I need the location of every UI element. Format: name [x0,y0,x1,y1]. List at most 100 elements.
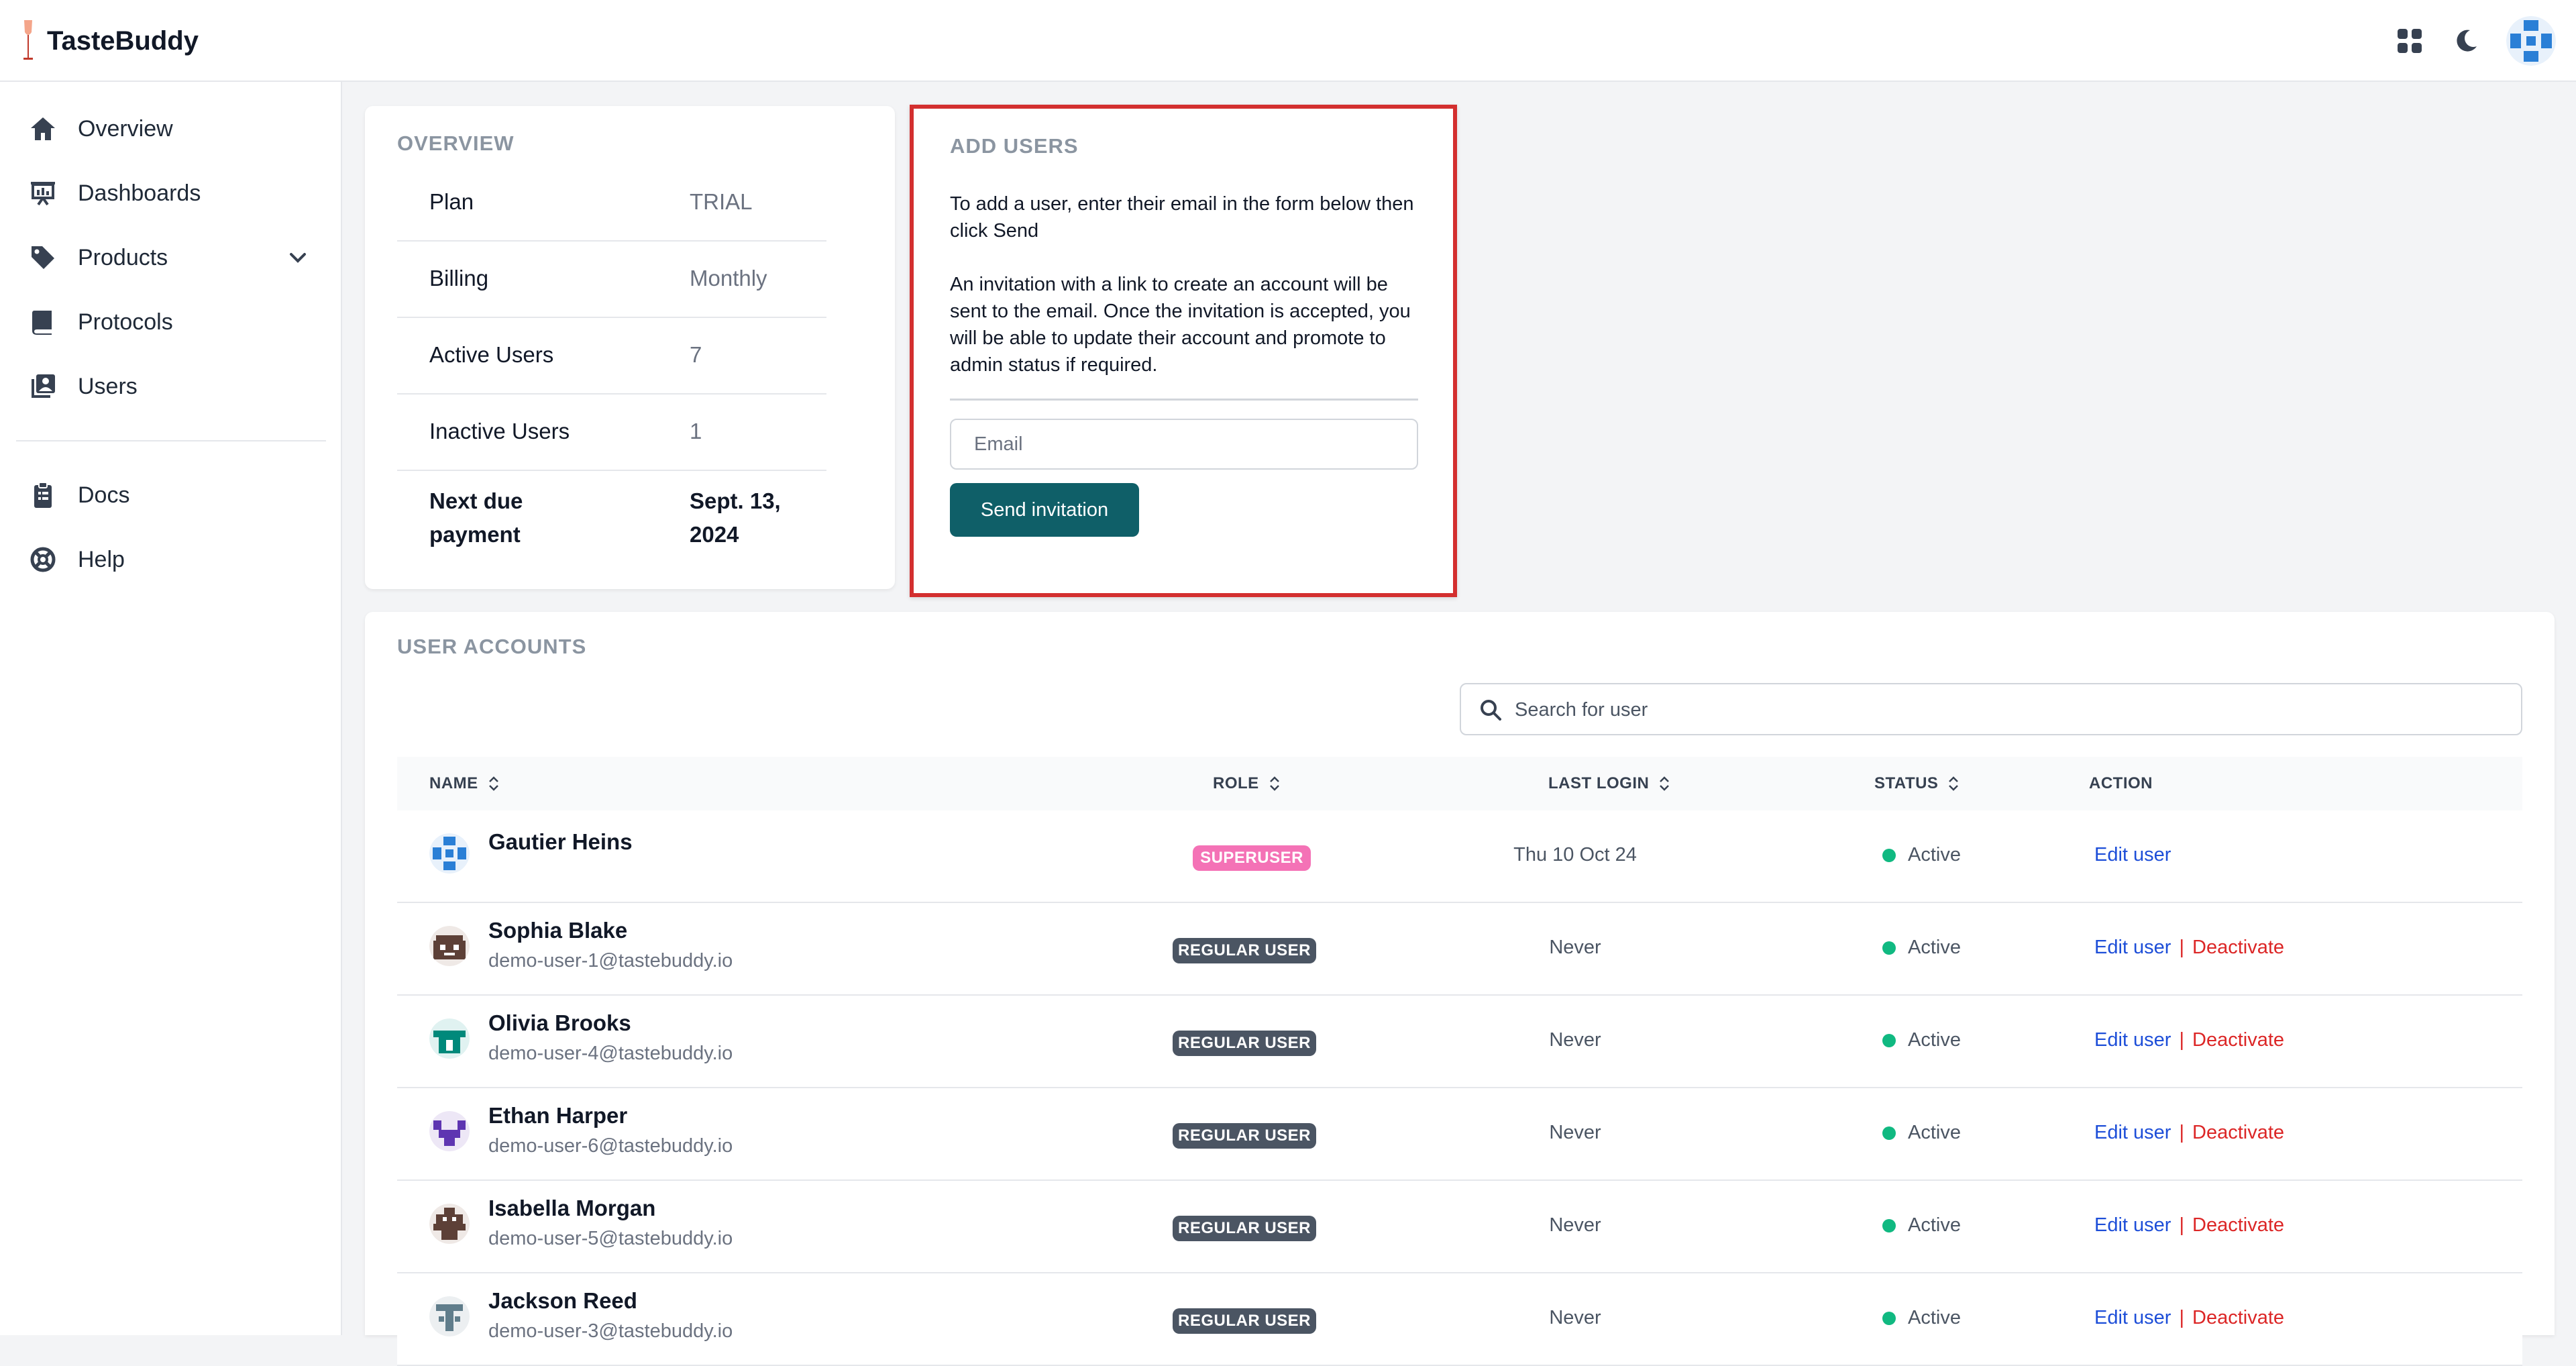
sidebar-item-users[interactable]: Users [16,360,326,413]
user-name: Gautier Heins [488,829,633,854]
user-name: Isabella Morgan [488,1196,656,1220]
table-row: Sophia Blake demo-user-1@tastebuddy.io R… [397,903,2522,996]
search-box[interactable] [1460,683,2522,735]
avatar [429,1111,470,1151]
user-email: demo-user-6@tastebuddy.io [488,1135,733,1157]
user-avatar[interactable] [2506,16,2556,66]
brand[interactable]: TasteBuddy [20,19,199,63]
edit-user-link[interactable]: Edit user [2094,1307,2171,1328]
row-actions: Edit user | Deactivate [2094,1307,2285,1328]
user-name: Olivia Brooks [488,1010,631,1035]
status-dot [1882,1033,1896,1047]
sort-icon[interactable] [1946,775,1961,792]
deactivate-link[interactable]: Deactivate [2192,1214,2284,1236]
lifebuoy-icon [27,543,59,576]
column-header-last-login[interactable]: LAST LOGIN [1548,757,1672,810]
row-actions: Edit user | Deactivate [2094,1029,2285,1051]
deactivate-link[interactable]: Deactivate [2192,1029,2284,1051]
edit-user-link[interactable]: Edit user [2094,937,2171,958]
sidebar-item-dashboards[interactable]: Dashboards [16,166,326,220]
column-header-status[interactable]: STATUS [1874,757,1961,810]
user-email: demo-user-5@tastebuddy.io [488,1228,733,1249]
book-icon [27,306,59,338]
chevron-down-icon[interactable] [286,246,310,270]
home-icon [27,113,59,145]
search-icon [1481,700,1501,721]
status-indicator: Active [1882,844,1961,866]
sidebar-item-docs[interactable]: Docs [16,468,326,522]
grid-icon[interactable] [2394,25,2426,57]
overview-title: OVERVIEW [397,132,515,155]
sidebar: Overview Dashboards Products Protocols U… [0,82,342,1335]
sidebar-item-label: Overview [78,115,173,142]
users-icon [27,370,59,403]
send-invitation-button[interactable]: Send invitation [950,483,1139,537]
sidebar-item-label: Dashboards [78,180,201,206]
top-bar: TasteBuddy [0,0,2576,82]
sort-icon[interactable] [1267,775,1282,792]
edit-user-link[interactable]: Edit user [2094,1122,2171,1143]
wine-glass-icon [23,20,33,60]
deactivate-link[interactable]: Deactivate [2192,1307,2284,1328]
sidebar-item-overview[interactable]: Overview [16,102,326,156]
table-row: Olivia Brooks demo-user-4@tastebuddy.io … [397,996,2522,1088]
status-dot [1882,941,1896,955]
column-header-role[interactable]: ROLE [1213,757,1282,810]
status-dot [1882,848,1896,862]
overview-card: OVERVIEW Plan TRIAL Billing Monthly Acti… [365,106,895,589]
deactivate-link[interactable]: Deactivate [2192,1122,2284,1143]
sidebar-divider [16,440,326,441]
presentation-icon [27,177,59,209]
avatar [429,1018,470,1059]
status-indicator: Active [1882,937,1961,959]
row-actions: Edit user [2094,844,2171,866]
last-login: Never [1549,937,1601,958]
deactivate-link[interactable]: Deactivate [2192,937,2284,958]
status-indicator: Active [1882,1122,1961,1144]
sidebar-item-label: Protocols [78,309,173,335]
overview-row-plan: Plan TRIAL [397,165,826,242]
table-row: Isabella Morgan demo-user-5@tastebuddy.i… [397,1181,2522,1273]
add-users-card: ADD USERS To add a user, enter their ema… [910,105,1457,597]
app-name: TasteBuddy [47,25,199,56]
edit-user-link[interactable]: Edit user [2094,844,2171,865]
last-login: Thu 10 Oct 24 [1513,844,1637,865]
sort-icon[interactable] [1657,775,1672,792]
overview-row-next-due: Next due payment Sept. 13, 2024 [429,488,781,547]
last-login: Never [1549,1307,1601,1328]
user-name: Ethan Harper [488,1103,628,1128]
user-name: Sophia Blake [488,918,628,943]
status-indicator: Active [1882,1214,1961,1237]
add-users-intro: To add a user, enter their email in the … [950,193,1414,242]
last-login: Never [1549,1029,1601,1051]
add-users-detail: An invitation with a link to create an a… [950,274,1411,376]
add-users-title: ADD USERS [950,134,1079,158]
edit-user-link[interactable]: Edit user [2094,1029,2171,1051]
status-dot [1882,1218,1896,1232]
table-row: Gautier Heins SUPERUSER Thu 10 Oct 24 Ac… [397,810,2522,903]
role-badge: REGULAR USER [1173,1123,1316,1149]
overview-row-inactive-users: Inactive Users 1 [397,395,826,471]
email-field[interactable] [950,419,1418,470]
sidebar-item-label: Users [78,373,138,399]
row-actions: Edit user | Deactivate [2094,1122,2285,1143]
column-header-name[interactable]: NAME [429,757,501,810]
row-actions: Edit user | Deactivate [2094,1214,2285,1236]
sidebar-item-help[interactable]: Help [16,533,326,586]
overview-row-billing: Billing Monthly [397,242,826,318]
status-indicator: Active [1882,1307,1961,1329]
role-badge: SUPERUSER [1193,845,1311,871]
status-dot [1882,1126,1896,1140]
last-login: Never [1549,1214,1601,1236]
sidebar-item-products[interactable]: Products [16,231,326,284]
user-email: demo-user-4@tastebuddy.io [488,1043,733,1064]
table-row: Jackson Reed demo-user-3@tastebuddy.io R… [397,1273,2522,1366]
moon-icon[interactable] [2450,25,2482,57]
status-dot [1882,1311,1896,1325]
overview-row-active-users: Active Users 7 [397,318,826,395]
user-accounts-card: USER ACCOUNTS NAME ROLE LAST LOGIN STATU… [365,612,2555,1366]
sort-icon[interactable] [486,775,501,792]
sidebar-item-protocols[interactable]: Protocols [16,295,326,349]
edit-user-link[interactable]: Edit user [2094,1214,2171,1236]
search-input[interactable] [1513,688,2509,731]
